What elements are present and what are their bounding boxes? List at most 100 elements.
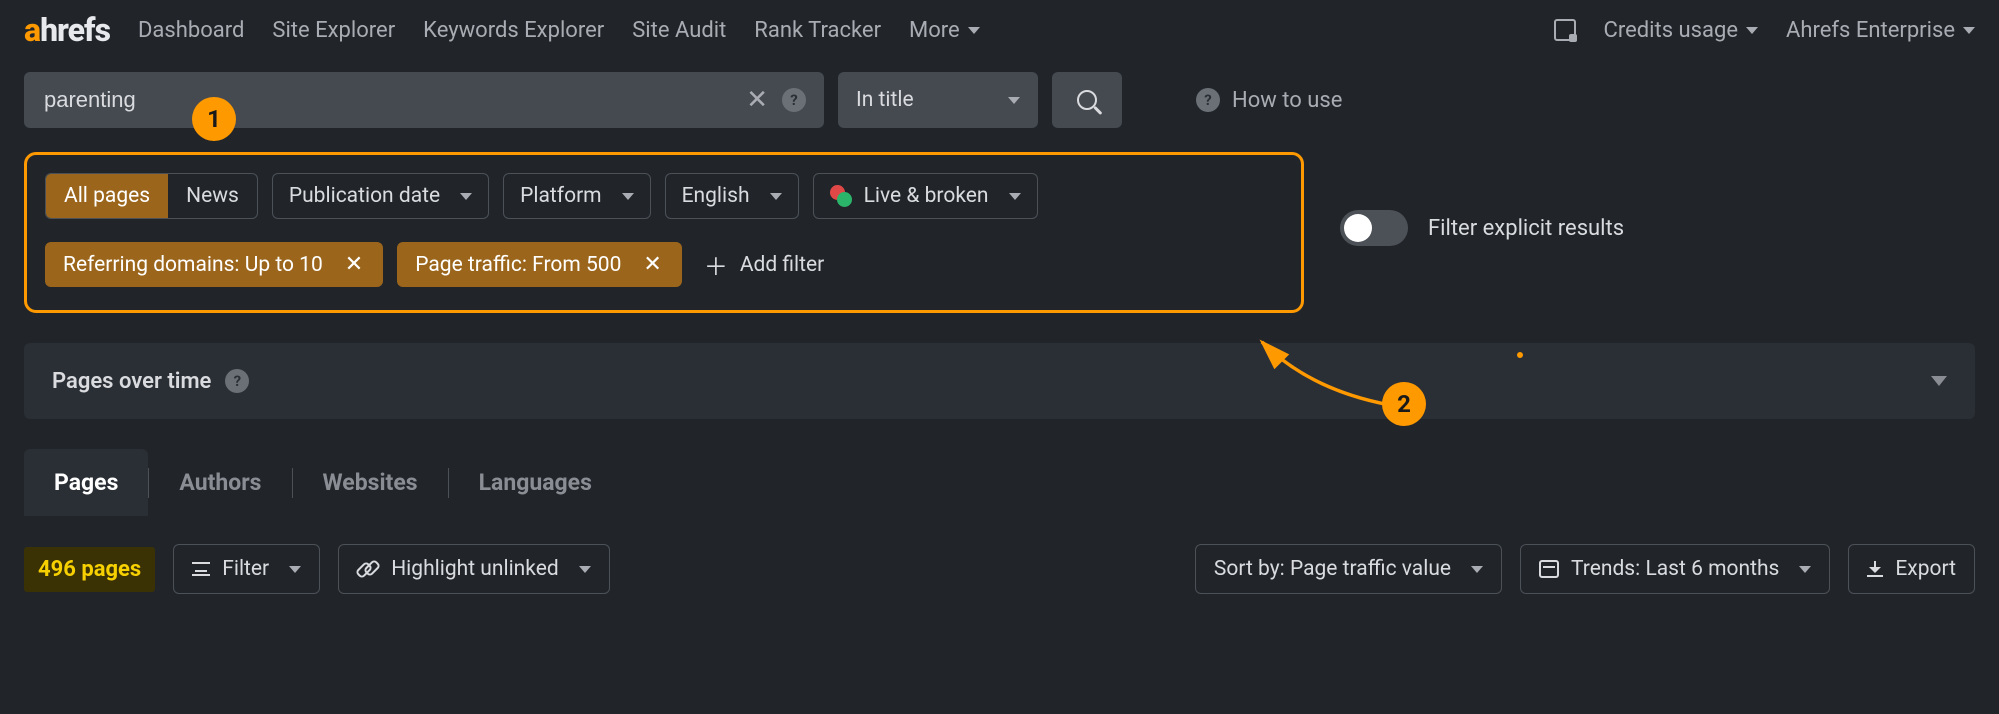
filters-panel: All pages News Publication date Platform… [24,152,1304,313]
how-to-use-link[interactable]: ? How to use [1196,88,1342,113]
pages-over-time-header: Pages over time ? [52,369,249,394]
help-icon: ? [1196,88,1220,112]
search-icon [1077,90,1097,110]
filters-row-2: Referring domains: Up to 10 ✕ Page traff… [45,237,1283,292]
filter-button-label: Filter [222,557,269,581]
help-icon[interactable]: ? [782,88,806,112]
filter-platform[interactable]: Platform [503,173,650,219]
caret-down-icon [1471,566,1483,573]
search-scope-label: In title [856,88,914,112]
logo[interactable]: ahrefs [24,11,110,49]
highlight-unlinked-button[interactable]: Highlight unlinked [338,544,610,594]
caret-down-icon [1799,566,1811,573]
credits-usage-menu[interactable]: Credits usage [1604,18,1758,43]
applied-filter-page-traffic[interactable]: Page traffic: From 500 ✕ [397,242,682,287]
filter-language[interactable]: English [665,173,799,219]
filter-publication-date[interactable]: Publication date [272,173,489,219]
caret-down-icon [770,193,782,200]
pages-over-time-title: Pages over time [52,369,211,394]
caret-down-icon [1963,27,1975,34]
page-count-badge: 496 pages [24,547,155,592]
segment-news[interactable]: News [168,174,257,218]
nav-site-audit[interactable]: Site Audit [632,18,726,43]
filter-language-label: English [682,184,750,208]
nav-site-explorer[interactable]: Site Explorer [272,18,395,43]
chip-label: Page traffic: From 500 [415,253,621,277]
remove-filter-icon[interactable]: ✕ [637,252,667,277]
filter-livebroken-label: Live & broken [864,184,989,208]
add-filter-button[interactable]: ＋ Add filter [696,237,832,292]
top-nav-right: Credits usage Ahrefs Enterprise [1554,18,1975,43]
account-plan-menu[interactable]: Ahrefs Enterprise [1786,18,1975,43]
result-tabs: Pages Authors Websites Languages [24,449,1975,516]
search-row: ✕ ? In title ? How to use [0,60,1999,152]
caret-down-icon [289,566,301,573]
nav-more-label: More [909,18,960,43]
add-filter-label: Add filter [740,253,824,277]
nav-dashboard[interactable]: Dashboard [138,18,244,43]
tab-languages[interactable]: Languages [449,449,622,516]
caret-down-icon [968,27,980,34]
tab-authors[interactable]: Authors [149,449,291,516]
logo-letter-a: a [24,11,40,49]
top-nav: ahrefs Dashboard Site Explorer Keywords … [0,0,1999,60]
live-broken-icon [830,185,852,207]
filter-pubdate-label: Publication date [289,184,440,208]
caret-down-icon [460,193,472,200]
export-button[interactable]: Export [1848,544,1975,594]
search-input[interactable] [42,86,746,114]
plan-label: Ahrefs Enterprise [1786,18,1955,43]
unlink-icon [357,558,379,580]
app-switcher-icon[interactable] [1554,19,1576,41]
expand-collapse-button[interactable] [1931,376,1947,386]
help-icon[interactable]: ? [225,369,249,393]
export-label: Export [1895,557,1956,581]
chevron-down-icon [1931,376,1947,386]
nav-more[interactable]: More [909,18,980,43]
filters-row-1: All pages News Publication date Platform… [45,173,1283,219]
caret-down-icon [579,566,591,573]
search-button[interactable] [1052,72,1122,128]
remove-filter-icon[interactable]: ✕ [339,252,369,277]
nav-keywords-explorer[interactable]: Keywords Explorer [423,18,604,43]
caret-down-icon [1008,97,1020,104]
trends-select[interactable]: Trends: Last 6 months [1520,544,1830,594]
filter-button[interactable]: Filter [173,544,320,594]
toggle-knob [1344,214,1372,242]
sort-by-select[interactable]: Sort by: Page traffic value [1195,544,1502,594]
explicit-results-label: Filter explicit results [1428,216,1624,241]
credits-label: Credits usage [1604,18,1738,43]
page-type-segment: All pages News [45,173,258,219]
annotation-dot [1517,352,1523,358]
highlight-label: Highlight unlinked [391,557,559,581]
annotation-badge-2: 2 [1382,382,1426,426]
tab-pages[interactable]: Pages [24,449,148,516]
search-box: ✕ ? [24,72,824,128]
annotation-badge-1: 1 [192,97,236,141]
results-toolbar: 496 pages Filter Highlight unlinked Sort… [24,544,1975,594]
pages-over-time-panel[interactable]: Pages over time ? [24,343,1975,419]
trends-label: Trends: Last 6 months [1571,557,1779,581]
segment-all-pages[interactable]: All pages [46,174,168,218]
filter-live-broken[interactable]: Live & broken [813,173,1038,219]
explicit-results-control: Filter explicit results [1340,210,1624,246]
filter-icon [192,562,210,576]
applied-filter-referring-domains[interactable]: Referring domains: Up to 10 ✕ [45,242,383,287]
explicit-results-toggle[interactable] [1340,210,1408,246]
primary-nav: Dashboard Site Explorer Keywords Explore… [138,18,980,43]
plus-icon: ＋ [704,247,728,282]
caret-down-icon [1009,193,1021,200]
sort-label: Sort by: Page traffic value [1214,557,1451,581]
clear-search-icon[interactable]: ✕ [746,85,768,115]
chip-label: Referring domains: Up to 10 [63,253,323,277]
calendar-icon [1539,560,1559,578]
logo-rest: hrefs [40,11,110,49]
nav-rank-tracker[interactable]: Rank Tracker [754,18,881,43]
download-icon [1867,561,1883,577]
tab-websites[interactable]: Websites [293,449,448,516]
search-scope-select[interactable]: In title [838,72,1038,128]
filter-platform-label: Platform [520,184,601,208]
caret-down-icon [622,193,634,200]
how-to-label: How to use [1232,88,1342,113]
caret-down-icon [1746,27,1758,34]
